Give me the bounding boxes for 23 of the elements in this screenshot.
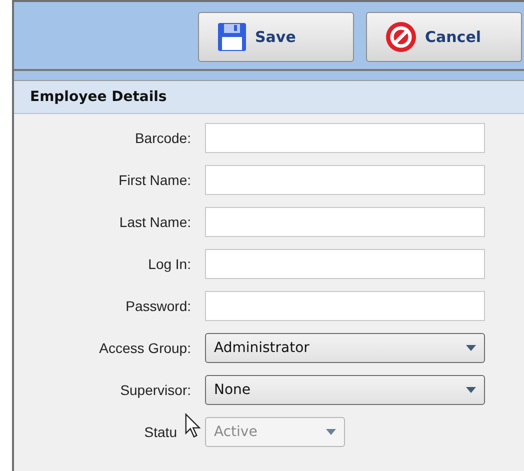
field-label: Supervisor: xyxy=(119,382,191,398)
field-label: Last Name: xyxy=(118,214,191,230)
text-field[interactable] xyxy=(205,249,485,279)
field-label: Barcode: xyxy=(134,130,191,146)
section-title: Employee Details xyxy=(30,89,167,105)
text-field[interactable] xyxy=(205,207,485,237)
prohibited-icon xyxy=(385,21,417,53)
cancel-button[interactable]: Cancel xyxy=(366,12,522,62)
dropdown-arrow-icon xyxy=(466,345,476,351)
dropdown[interactable]: None xyxy=(205,375,485,405)
field-label: Log In: xyxy=(147,256,191,272)
field-label: First Name: xyxy=(118,172,191,188)
field-label: Password: xyxy=(124,298,191,314)
dropdown-arrow-icon xyxy=(326,429,336,435)
field-label: Statu xyxy=(143,424,178,440)
save-button[interactable]: Save xyxy=(198,12,354,62)
text-field[interactable] xyxy=(205,123,485,153)
dropdown-arrow-icon xyxy=(466,387,476,393)
text-field[interactable] xyxy=(205,291,485,321)
mouse-cursor-icon xyxy=(185,413,203,439)
text-field[interactable] xyxy=(205,165,485,195)
field-label: Access Group: xyxy=(98,340,191,356)
dropdown[interactable]: Administrator xyxy=(205,333,485,363)
